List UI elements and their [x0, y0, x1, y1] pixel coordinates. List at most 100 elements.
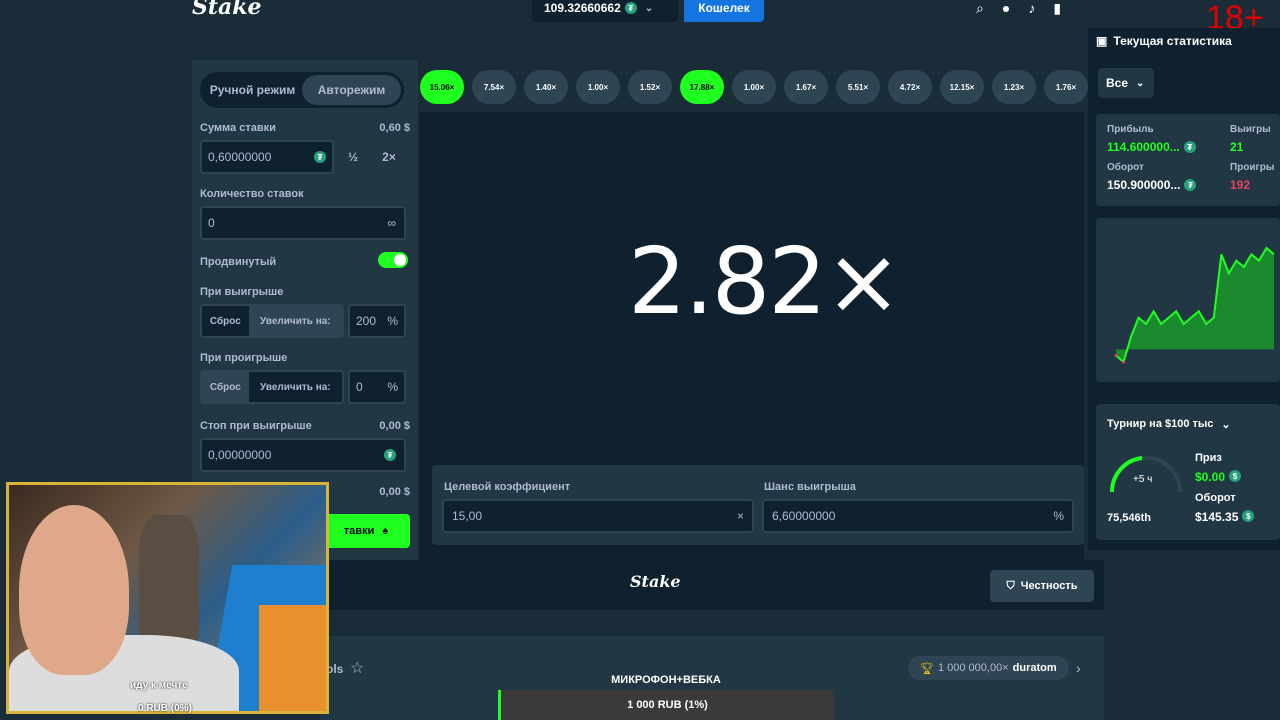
- live-stats-header: ▣ Текущая статистика: [1096, 34, 1232, 48]
- profit-label: Прибыль: [1107, 124, 1154, 135]
- infinity-icon[interactable]: ∞: [387, 216, 396, 230]
- bell-icon[interactable]: ♪: [1028, 0, 1035, 17]
- on-win-increase-button[interactable]: Увеличить на:: [248, 306, 342, 336]
- target-multiplier-input[interactable]: 15,00 ×: [442, 499, 754, 533]
- top-win-multiplier: 1 000 000,00×: [937, 662, 1009, 674]
- on-loss-label-row: При проигрыше: [200, 352, 410, 364]
- win-chance-label: Шанс выигрыша: [764, 481, 856, 493]
- win-chance-input[interactable]: 6,60000000 %: [762, 499, 1074, 533]
- stats-filter-select[interactable]: Все ⌄: [1098, 68, 1154, 98]
- bet-amount-input[interactable]: 0,60000000 ₮: [200, 140, 334, 174]
- balance-value: 109.32660662: [544, 1, 621, 15]
- stake-logo[interactable]: Stake: [192, 0, 262, 20]
- prize-value: $0.00: [1195, 470, 1226, 484]
- tournament-header[interactable]: Турнир на $100 тыс ⌄: [1107, 418, 1231, 431]
- profit-chart: [1096, 218, 1280, 382]
- top-win-badge[interactable]: 🏆︎ 1 000 000,00× duratom: [908, 656, 1069, 680]
- history-chip[interactable]: 7.54×: [472, 70, 516, 104]
- on-loss-reset-button[interactable]: Сброс: [202, 372, 249, 402]
- footer-logo: Stake: [630, 572, 681, 591]
- profit-area: [1116, 248, 1274, 362]
- tether-icon: $: [1242, 510, 1255, 522]
- fairness-label: Честность: [1020, 580, 1078, 592]
- tournament-title: Турнир на $100 тыс: [1107, 418, 1214, 430]
- tournament-rank: 75,546th: [1107, 512, 1152, 524]
- profit-chart-svg: [1114, 246, 1275, 364]
- on-win-segment: Сброс Увеличить на:: [200, 304, 344, 338]
- sidebar-toggle-icon[interactable]: ▮: [1053, 0, 1061, 17]
- percent-icon: %: [387, 314, 398, 328]
- chevron-right-icon[interactable]: ›: [1076, 660, 1081, 676]
- history-bar: 15.06× 7.54× 1.40× 1.00× 1.52× 17.88× 1.00× 1.6…: [420, 70, 1088, 104]
- stats-icon: ▣: [1096, 34, 1108, 48]
- favorite-star-icon[interactable]: ☆: [350, 658, 364, 678]
- bet-amount-label: Сумма ставки: [200, 122, 276, 134]
- search-icon[interactable]: ⌕: [976, 0, 984, 17]
- tab-manual[interactable]: Ручной режим: [203, 75, 302, 105]
- history-chip[interactable]: 1.52×: [628, 70, 672, 104]
- fairness-button[interactable]: ⛉ Честность: [990, 570, 1094, 602]
- on-loss-value: 0: [356, 380, 363, 394]
- tournament-progress-arc: [1109, 456, 1182, 493]
- donation-progress-text: 1 000 RUB (1%): [627, 699, 708, 711]
- top-win-user: duratom: [1012, 662, 1057, 674]
- tournament-wagered-value: $145.35: [1195, 510, 1239, 524]
- prize-value-row: $0.00 $: [1195, 470, 1242, 484]
- clear-icon[interactable]: ×: [737, 509, 744, 523]
- history-chip[interactable]: 4.72×: [888, 70, 932, 104]
- on-loss-increase-button[interactable]: Увеличить на:: [249, 372, 342, 402]
- double-button[interactable]: 2×: [372, 140, 406, 174]
- goal-label: МИКРОФОН+ВЕБКА: [611, 674, 721, 686]
- history-chip[interactable]: 1.76×: [1044, 70, 1088, 104]
- start-autobet-label: тавки: [343, 525, 375, 537]
- stream-caption: иду к мечте: [130, 680, 188, 691]
- history-chip[interactable]: 1.67×: [784, 70, 828, 104]
- wallet-button[interactable]: Кошелек: [684, 0, 764, 22]
- profit-point-negative: [1114, 354, 1118, 358]
- history-chip[interactable]: 17.88×: [680, 70, 724, 104]
- result-multiplier: 2.82×: [628, 228, 902, 335]
- stop-on-win-input[interactable]: 0,00000000 ₮: [200, 438, 406, 472]
- bet-amount-label-row: Сумма ставки 0,60 $: [200, 122, 410, 134]
- profit-value: 114.600000...: [1107, 140, 1180, 154]
- shield-icon: ⛉: [1006, 579, 1015, 592]
- tether-icon: ₮: [314, 151, 326, 163]
- history-chip[interactable]: 1.23×: [992, 70, 1036, 104]
- tab-auto[interactable]: Авторежим: [302, 75, 401, 105]
- webcam-wall-orange: [259, 605, 326, 711]
- history-chip[interactable]: 15.06×: [420, 70, 464, 104]
- stats-summary: Прибыль 114.600000... ₮ Выигры 21 Оборот…: [1096, 114, 1280, 206]
- half-button[interactable]: ½: [336, 140, 370, 174]
- stop-on-win-label-row: Стоп при выигрыше 0,00 $: [200, 420, 410, 432]
- balance-selector[interactable]: 109.32660662 ₮ ⌄: [532, 0, 678, 22]
- profit-value-row: 114.600000... ₮: [1107, 140, 1196, 154]
- on-loss-segment: Сброс Увеличить на:: [200, 370, 344, 404]
- webcam-face: [19, 505, 129, 675]
- start-autobet-button[interactable]: тавки ♠: [322, 514, 410, 548]
- user-icon[interactable]: ●: [1002, 0, 1010, 17]
- live-stats-panel: ▣ Текущая статистика Все ⌄ Прибыль 114.6…: [1088, 28, 1280, 550]
- on-loss-input[interactable]: 0 %: [348, 370, 406, 404]
- percent-icon: %: [387, 380, 398, 394]
- history-chip[interactable]: 1.40×: [524, 70, 568, 104]
- win-chance-value: 6,60000000: [772, 509, 836, 523]
- bet-amount-usd: 0,60 $: [379, 122, 410, 134]
- on-win-input[interactable]: 200 %: [348, 304, 406, 338]
- chevron-down-icon: ⌄: [644, 2, 654, 14]
- history-chip[interactable]: 12.15×: [940, 70, 984, 104]
- wins-label: Выигры: [1230, 124, 1271, 135]
- history-chip[interactable]: 5.51×: [836, 70, 880, 104]
- history-chip[interactable]: 1.00×: [732, 70, 776, 104]
- tether-icon: ₮: [384, 449, 396, 461]
- prize-label: Приз: [1195, 452, 1222, 464]
- bet-count-input[interactable]: 0 ∞: [200, 206, 406, 240]
- advanced-toggle[interactable]: [378, 252, 408, 268]
- wins-value: 21: [1230, 140, 1244, 154]
- stats-filter-value: Все: [1106, 76, 1129, 90]
- donation-progress-bar: 1 000 RUB (1%): [498, 690, 834, 720]
- history-chip[interactable]: 1.00×: [576, 70, 620, 104]
- stop-on-win-usd: 0,00 $: [379, 420, 410, 432]
- tournament-panel: Турнир на $100 тыс ⌄ +5 ч 75,546th Приз …: [1096, 404, 1280, 540]
- on-win-reset-button[interactable]: Сброс: [202, 306, 249, 336]
- target-multiplier-label: Целевой коэффициент: [444, 481, 571, 493]
